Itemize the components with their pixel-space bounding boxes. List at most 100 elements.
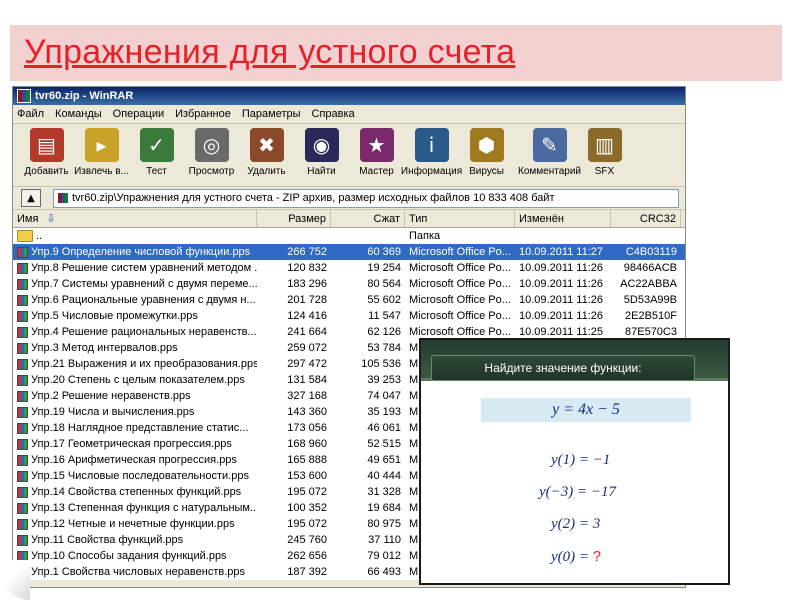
- table-row[interactable]: Упр.7 Системы уравнений с двумя переме..…: [13, 276, 685, 292]
- cell-packed: 66 493: [367, 566, 401, 578]
- toolbar-button[interactable]: ★ Мастер: [349, 128, 404, 177]
- info-icon: i: [414, 128, 449, 162]
- pps-file-icon: [17, 486, 28, 498]
- column-header-modified[interactable]: Изменён: [515, 210, 611, 227]
- file-name: Упр.9 Определение числовой функции.pps: [31, 246, 251, 258]
- cell-name: Упр.13 Степенная функция с натуральным..…: [13, 502, 257, 514]
- column-header-type[interactable]: Тип: [405, 210, 515, 227]
- cell-name: Упр.18 Наглядное представление статис...: [13, 422, 257, 434]
- toolbar-button-label: Извлечь в...: [74, 166, 129, 177]
- column-header-crc[interactable]: CRC32: [611, 210, 681, 227]
- cell-packed: 53 784: [367, 342, 401, 354]
- path-field[interactable]: tvr60.zip\Упражнения для устного счета -…: [53, 188, 679, 208]
- folder-icon: [17, 230, 33, 242]
- cell-size: 266 752: [287, 246, 327, 258]
- file-name: Упр.1 Свойства числовых неравенств.pps: [31, 566, 246, 578]
- cell-packed: 49 651: [367, 454, 401, 466]
- cell-packed: 105 536: [361, 358, 401, 370]
- toolbar-button[interactable]: ▤ Добавить: [19, 128, 74, 177]
- table-row[interactable]: Упр.5 Числовые промежутки.pps 124 416 11 5…: [13, 308, 685, 324]
- cell-crc: AC22ABBA: [620, 278, 677, 290]
- menu-item[interactable]: Файл: [17, 108, 44, 120]
- cell-name: Упр.7 Системы уравнений с двумя переме..…: [13, 278, 257, 290]
- pps-file-icon: [17, 534, 28, 546]
- cell-packed: 79 012: [367, 550, 401, 562]
- menu-item[interactable]: Избранное: [175, 108, 231, 120]
- toolbar-button-label: Удалить: [247, 166, 286, 177]
- cell-name: Упр.16 Арифметическая прогрессия.pps: [13, 454, 257, 466]
- cell-size: 143 360: [287, 406, 327, 418]
- cell-crc: 87E570C3: [625, 326, 677, 338]
- cell-size: 241 664: [287, 326, 327, 338]
- cell-type: Microsoft Office Po...: [409, 326, 511, 338]
- pps-file-icon: [17, 518, 28, 530]
- menu-item[interactable]: Операции: [113, 108, 164, 120]
- cell-packed: 62 126: [367, 326, 401, 338]
- toolbar-button[interactable]: ◎ Просмотр: [184, 128, 239, 177]
- cell-packed: 19 684: [367, 502, 401, 514]
- pps-file-icon: [17, 454, 28, 466]
- arrow-up-icon: ▲: [27, 192, 35, 204]
- file-name: Упр.21 Выражения и их преобразования.pps: [31, 358, 257, 370]
- parent-folder-row[interactable]: .. Папка: [13, 228, 685, 244]
- up-folder-button[interactable]: ▲: [21, 189, 41, 207]
- column-header-size[interactable]: Размер: [257, 210, 331, 227]
- toolbar-button-label: Комментарий: [518, 166, 581, 177]
- exercise-panel: Найдите значение функции: y = 4x − 5 y(1…: [419, 338, 730, 585]
- trash-icon: ✖: [249, 128, 284, 162]
- toolbar-button[interactable]: ▥ SFX: [577, 128, 632, 177]
- winrar-app-icon: [17, 89, 31, 103]
- equation-text: y(−3) = −17: [539, 484, 617, 500]
- table-row[interactable]: Упр.8 Решение систем уравнений методом .…: [13, 260, 685, 276]
- file-name: Упр.15 Числовые последовательности.pps: [31, 470, 249, 482]
- menu-item[interactable]: Команды: [55, 108, 102, 120]
- sort-arrow-down-icon: ⇩: [46, 213, 56, 225]
- cell-type: Microsoft Office Po...: [409, 262, 511, 274]
- menu-bar: Файл Команды Операции Избранное Параметры Спр…: [13, 105, 685, 124]
- cell-size: 100 352: [287, 502, 327, 514]
- cell-name: Упр.21 Выражения и их преобразования.pps: [13, 358, 257, 370]
- toolbar-button[interactable]: ◉ Найти: [294, 128, 349, 177]
- file-name: Упр.19 Числа и вычисления.pps: [31, 406, 195, 418]
- cell-size: 153 600: [287, 470, 327, 482]
- pps-file-icon: [17, 278, 28, 290]
- file-name: Упр.13 Степенная функция с натуральным..…: [31, 502, 257, 514]
- menu-item[interactable]: Справка: [312, 108, 355, 120]
- cell-packed: 11 547: [368, 310, 401, 322]
- toolbar-button[interactable]: ✓ Тест: [129, 128, 184, 177]
- comment-icon: ✎: [532, 128, 567, 162]
- cell-name: Упр.3 Метод интервалов.pps: [13, 342, 257, 354]
- menu-item[interactable]: Параметры: [242, 108, 301, 120]
- cell-size: 124 416: [287, 310, 327, 322]
- column-header-packed[interactable]: Сжат: [331, 210, 405, 227]
- cell-crc: 5D53A99B: [623, 294, 677, 306]
- cell-size: 173 056: [287, 422, 327, 434]
- toolbar-button[interactable]: ⬢ Вирусы: [459, 128, 514, 177]
- column-header-name[interactable]: Имя ⇩: [13, 210, 257, 227]
- cell-name: Упр.19 Числа и вычисления.pps: [13, 406, 257, 418]
- file-name: Упр.7 Системы уравнений с двумя переме..…: [31, 278, 257, 290]
- cell-size: 297 472: [287, 358, 327, 370]
- window-title: tvr60.zip - WinRAR: [35, 90, 134, 102]
- toolbar-button[interactable]: ✎ Комментарий: [518, 128, 581, 177]
- pps-file-icon: [17, 438, 28, 450]
- file-name: Упр.20 Степень с целым показателем.pps: [31, 374, 245, 386]
- cell-modified: 10.09.2011 11:25: [519, 326, 604, 338]
- cell-name: Упр.4 Решение рациональных неравенств...…: [13, 326, 257, 338]
- slide-title-bar: Упражнения для устного счета: [10, 25, 782, 81]
- toolbar-button[interactable]: i Информация: [401, 128, 462, 177]
- file-name: Упр.5 Числовые промежутки.pps: [31, 310, 198, 322]
- cell-name: Упр.20 Степень с целым показателем.pps: [13, 374, 257, 386]
- wizard-icon: ★: [359, 128, 394, 162]
- cell-packed: 46 061: [367, 422, 401, 434]
- table-row[interactable]: Упр.9 Определение числовой функции.pps 26…: [13, 244, 685, 260]
- table-row[interactable]: Упр.6 Рациональные уравнения с двумя н..…: [13, 292, 685, 308]
- binoculars-icon: ◉: [304, 128, 339, 162]
- cell-size: 245 760: [287, 534, 327, 546]
- file-name: Упр.17 Геометрическая прогрессия.pps: [31, 438, 232, 450]
- cell-name: Упр.17 Геометрическая прогрессия.pps: [13, 438, 257, 450]
- toolbar-button[interactable]: ▸ Извлечь в...: [74, 128, 129, 177]
- cell-size: 120 832: [287, 262, 327, 274]
- cell-packed: 80 975: [367, 518, 401, 530]
- toolbar-button[interactable]: ✖ Удалить: [239, 128, 294, 177]
